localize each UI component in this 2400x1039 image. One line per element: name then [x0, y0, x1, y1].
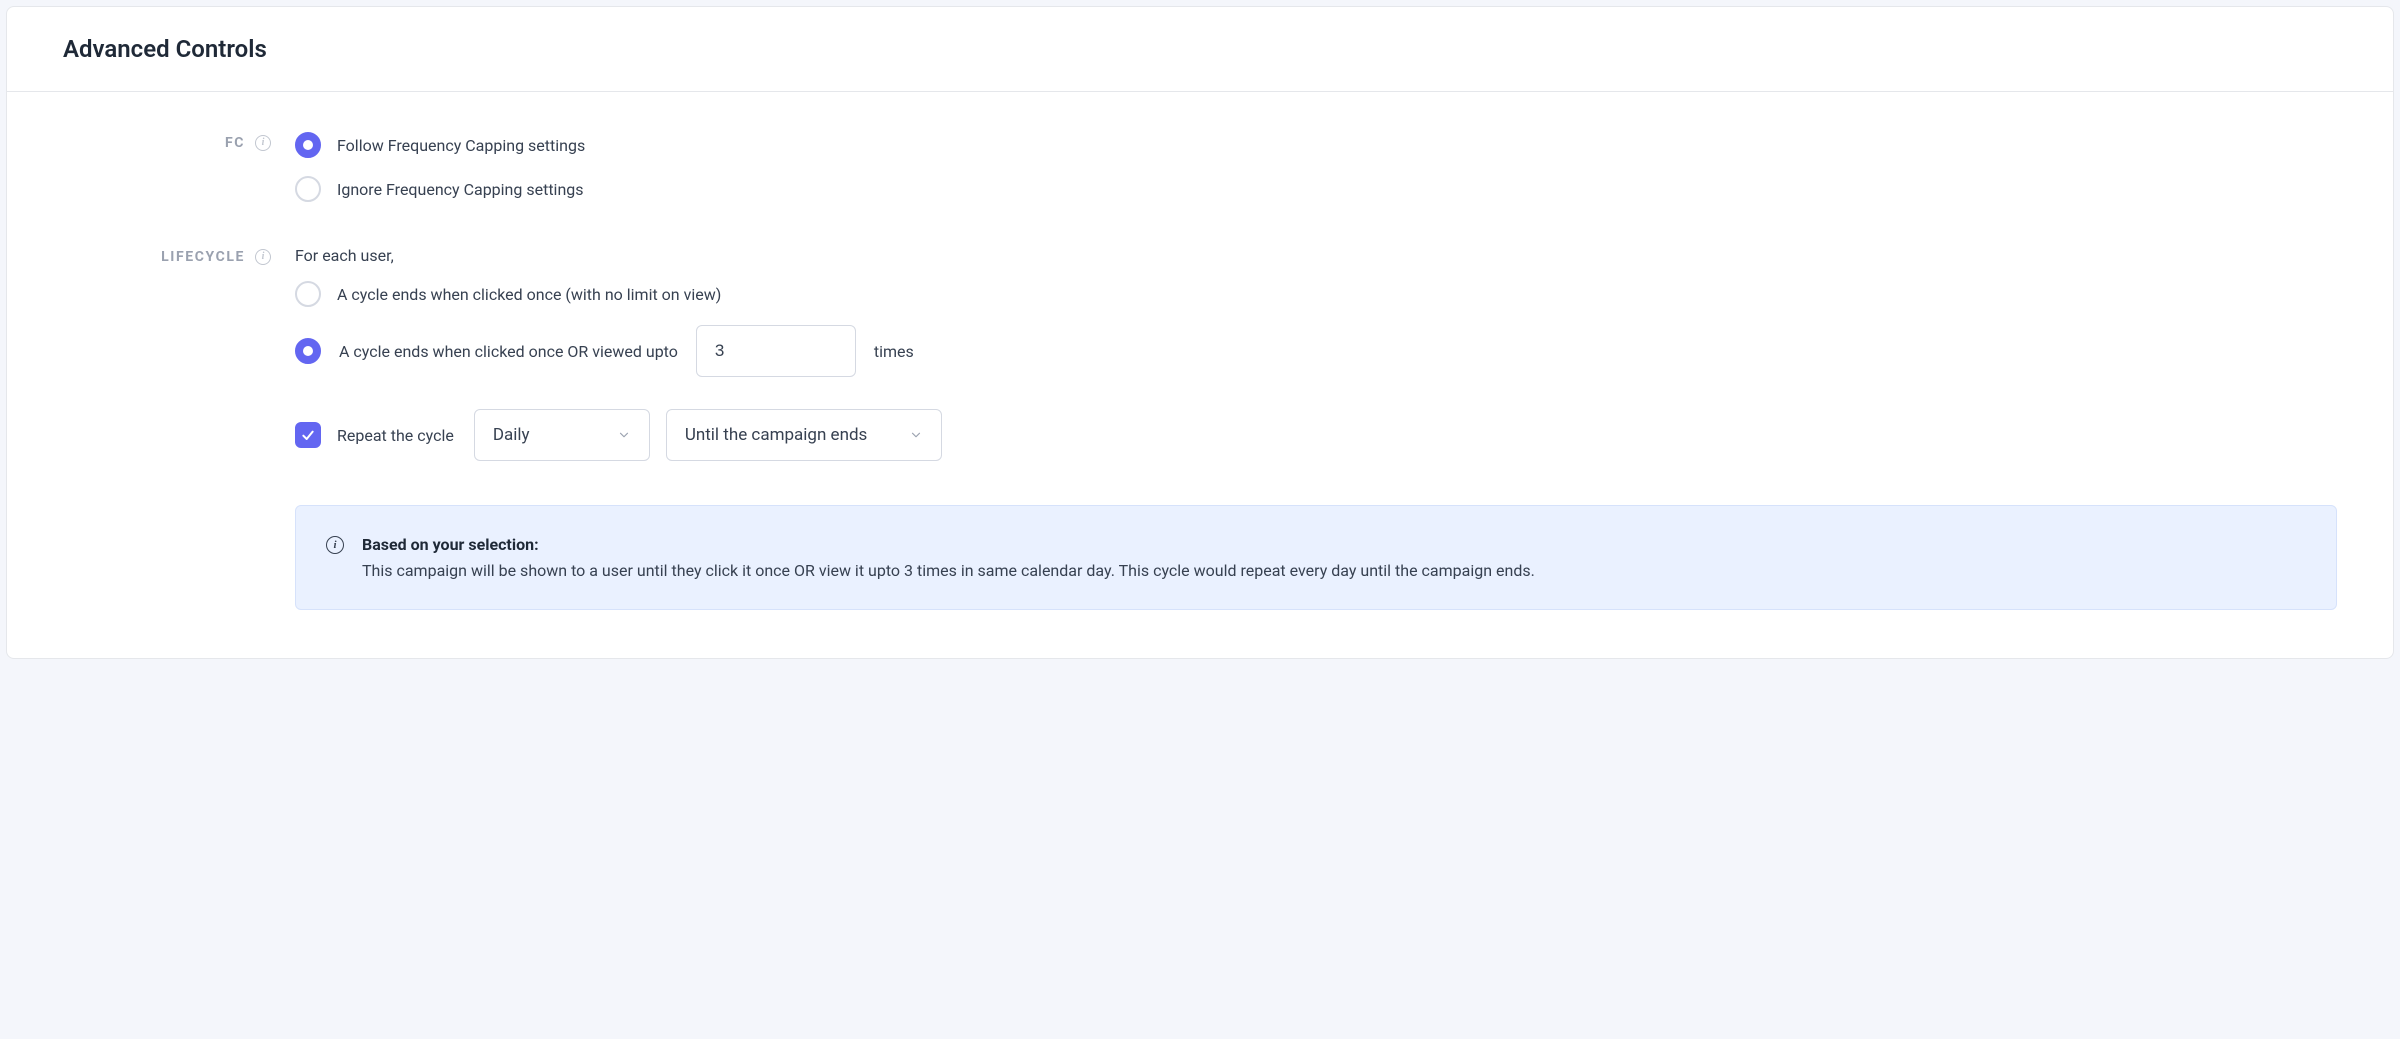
check-icon: [300, 427, 316, 443]
lifecycle-option-click-only[interactable]: A cycle ends when clicked once (with no …: [295, 281, 2337, 307]
fc-label-wrap: FC i: [63, 132, 295, 151]
repeat-until-value: Until the campaign ends: [685, 425, 868, 445]
radio-unselected-icon: [295, 176, 321, 202]
info-icon[interactable]: i: [255, 135, 271, 151]
lifecycle-lead: For each user,: [295, 246, 2337, 265]
radio-selected-icon: [295, 338, 321, 364]
lifecycle-option-click-only-label: A cycle ends when clicked once (with no …: [337, 285, 721, 304]
radio-selected-icon: [295, 132, 321, 158]
card-header: Advanced Controls: [7, 7, 2393, 92]
lifecycle-label-wrap: LIFECYCLE i: [63, 246, 295, 265]
repeat-row: Repeat the cycle Daily Until the campaig…: [295, 409, 2337, 461]
lifecycle-option-click-or-view-prefix: A cycle ends when clicked once OR viewed…: [339, 342, 678, 361]
advanced-controls-card: Advanced Controls FC i Follow Frequency …: [6, 6, 2394, 659]
banner-body: This campaign will be shown to a user un…: [362, 561, 1535, 580]
repeat-frequency-value: Daily: [493, 425, 530, 445]
lifecycle-option-click-or-view[interactable]: A cycle ends when clicked once OR viewed…: [295, 325, 2337, 377]
chevron-down-icon: [617, 428, 631, 442]
repeat-checkbox[interactable]: [295, 422, 321, 448]
fc-option-ignore[interactable]: Ignore Frequency Capping settings: [295, 176, 2337, 202]
repeat-frequency-select[interactable]: Daily: [474, 409, 650, 461]
repeat-label: Repeat the cycle: [337, 426, 454, 445]
lifecycle-content: For each user, A cycle ends when clicked…: [295, 246, 2337, 461]
lifecycle-row: LIFECYCLE i For each user, A cycle ends …: [63, 246, 2337, 461]
banner-heading: Based on your selection:: [362, 535, 539, 554]
banner-text: Based on your selection: This campaign w…: [362, 532, 1535, 583]
lifecycle-option-click-or-view-suffix: times: [874, 342, 914, 361]
repeat-until-select[interactable]: Until the campaign ends: [666, 409, 942, 461]
view-count-input[interactable]: [696, 325, 856, 377]
fc-row: FC i Follow Frequency Capping settings I…: [63, 132, 2337, 202]
fc-option-ignore-label: Ignore Frequency Capping settings: [337, 180, 584, 199]
info-icon[interactable]: i: [255, 249, 271, 265]
radio-unselected-icon: [295, 281, 321, 307]
card-body: FC i Follow Frequency Capping settings I…: [7, 92, 2393, 658]
chevron-down-icon: [909, 428, 923, 442]
lifecycle-label: LIFECYCLE: [161, 249, 245, 265]
fc-label: FC: [225, 135, 245, 151]
page-title: Advanced Controls: [63, 35, 2337, 63]
info-icon: i: [326, 536, 344, 554]
selection-summary-banner: i Based on your selection: This campaign…: [295, 505, 2337, 610]
fc-content: Follow Frequency Capping settings Ignore…: [295, 132, 2337, 202]
fc-option-follow[interactable]: Follow Frequency Capping settings: [295, 132, 2337, 158]
fc-option-follow-label: Follow Frequency Capping settings: [337, 136, 585, 155]
